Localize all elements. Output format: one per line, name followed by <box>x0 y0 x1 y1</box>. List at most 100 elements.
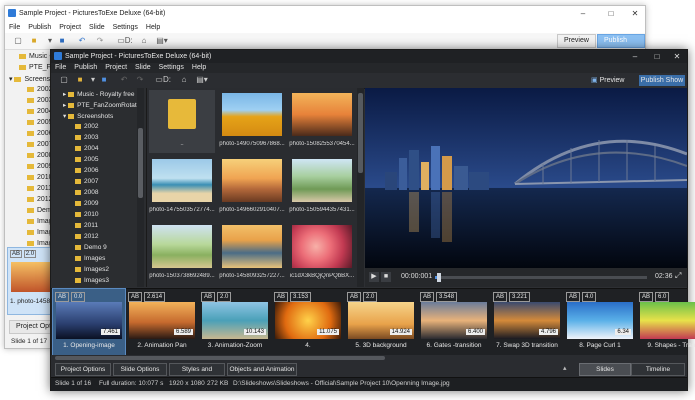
ab-badge[interactable]: AB 3.153 <box>274 292 313 302</box>
dropdown-icon[interactable]: ▾ <box>88 75 98 85</box>
menu-publish[interactable]: Publish <box>24 22 55 33</box>
back-tree-item[interactable]: 2005 <box>27 119 53 126</box>
file-browser-scrollbar[interactable] <box>357 88 364 287</box>
file-item[interactable]: photo-1490750967868... <box>219 90 285 153</box>
folder-tree[interactable]: ▸ Music - Royalty free ▸ PTE_FanZoomRota… <box>51 88 147 287</box>
save-icon[interactable]: ■ <box>57 36 67 46</box>
ab-badge[interactable]: AB 3.221 <box>493 292 532 302</box>
file-item[interactable]: photo-1503738692489... <box>149 222 215 285</box>
minimize-icon[interactable]: – <box>625 51 645 62</box>
menu-file[interactable]: File <box>5 22 24 33</box>
menu-project[interactable]: Project <box>101 63 131 73</box>
file-item[interactable]: ic1dX3kBQjQnPQbBX... <box>289 222 355 285</box>
tree-item[interactable]: Images2 <box>75 266 109 273</box>
file-item[interactable]: photo-1475503572774... <box>149 156 215 219</box>
redo-icon[interactable]: ↷ <box>135 75 145 85</box>
tree-item-music[interactable]: ▸ Music - Royalty free <box>63 90 135 98</box>
menu-settings[interactable]: Settings <box>109 22 142 33</box>
menu-settings[interactable]: Settings <box>155 63 188 73</box>
ab-badge[interactable]: AB 2.0 <box>201 292 233 302</box>
back-tree-item[interactable]: 2011 <box>27 185 52 192</box>
tree-item[interactable]: Images3 <box>75 277 109 284</box>
home-icon[interactable]: ⌂ <box>179 75 189 85</box>
file-item[interactable]: photo-1496602910407... <box>219 156 285 219</box>
dropdown-icon[interactable]: ▾ <box>45 36 55 46</box>
file-item[interactable]: photo-1458093257227... <box>219 222 285 285</box>
menu-publish[interactable]: Publish <box>70 63 101 73</box>
collapse-icon[interactable]: ▴ <box>563 364 567 372</box>
back-tree-item[interactable]: 2007 <box>27 141 53 148</box>
tree-item[interactable]: 2004 <box>75 145 98 152</box>
menu-project[interactable]: Project <box>55 22 85 33</box>
slide-item[interactable]: AB 2.0 10.143 3. Animation-Zoom <box>199 289 271 362</box>
tree-scrollbar[interactable] <box>137 88 144 287</box>
slide-item[interactable]: AB 6.0 9. Shapes - Trans <box>637 289 695 362</box>
slide-item[interactable]: AB 2.0 14.924 5. 3D background <box>345 289 417 362</box>
drive-label[interactable]: D: <box>163 75 173 85</box>
ab-badge[interactable]: AB 3.548 <box>420 292 459 302</box>
file-item[interactable]: photo-1508255370454... <box>289 90 355 153</box>
slide-options-button[interactable]: Slide Options <box>113 363 167 376</box>
slide-item[interactable]: AB 2.614 6.589 2. Animation Pan <box>126 289 198 362</box>
slide-item[interactable]: AB 3.221 4.796 7. Swap 3D transition <box>491 289 563 362</box>
ab-badge[interactable]: AB 4.0 <box>566 292 598 302</box>
minimize-icon[interactable]: – <box>573 8 593 20</box>
tree-item-screenshots[interactable]: ▾ Screenshots <box>63 112 113 120</box>
undo-icon[interactable]: ↶ <box>77 36 87 46</box>
tree-item[interactable]: 2005 <box>75 156 98 163</box>
tree-item[interactable]: 2009 <box>75 200 98 207</box>
new-file-icon[interactable]: ▢ <box>59 75 69 85</box>
menu-help[interactable]: Help <box>142 22 164 33</box>
tree-item[interactable]: 2002 <box>75 123 98 130</box>
menu-file[interactable]: File <box>51 63 70 73</box>
ab-badge[interactable]: AB 2.614 <box>128 292 167 302</box>
drive-icon[interactable]: ▭D: <box>115 36 135 46</box>
styles-themes-button[interactable]: Styles and Themes <box>169 363 225 384</box>
tree-item[interactable]: 2011 <box>75 222 98 229</box>
timeline-tab[interactable]: Timeline <box>631 363 685 376</box>
tree-item[interactable]: 2010 <box>75 211 98 218</box>
back-tree-item[interactable]: 2012 <box>27 196 53 203</box>
tree-item[interactable]: 2007 <box>75 178 98 185</box>
maximize-icon[interactable]: □ <box>647 51 667 62</box>
view-icon[interactable]: ▤▾ <box>155 36 169 46</box>
close-icon[interactable]: ✕ <box>625 8 645 20</box>
file-item-parent[interactable]: .. <box>149 90 215 153</box>
tree-item[interactable]: 2012 <box>75 233 98 240</box>
back-tree-item[interactable]: 2008 <box>27 152 53 159</box>
slide-item[interactable]: AB 3.153 11.075 4. <box>272 289 344 362</box>
menu-slide[interactable]: Slide <box>131 63 155 73</box>
tree-item-pte[interactable]: ▸ PTE_FanZoomRotate <box>63 101 140 109</box>
publish-show-button[interactable]: Publish Show <box>639 75 685 86</box>
back-slide-item[interactable]: AB 2.0 1. photo-1458 <box>7 247 53 315</box>
project-options-button[interactable]: Project Options <box>55 363 111 376</box>
back-tree-item[interactable]: 2004 <box>27 108 53 115</box>
maximize-icon[interactable]: □ <box>601 8 621 20</box>
slides-tab[interactable]: Slides <box>579 363 631 376</box>
file-browser-scrollbar-thumb[interactable] <box>358 93 363 173</box>
back-publish-button[interactable]: Publish Show <box>597 34 645 56</box>
objects-animation-button[interactable]: Objects and Animation <box>227 363 297 376</box>
view-mode-icon[interactable]: ▤▾ <box>195 75 209 85</box>
tree-scrollbar-thumb[interactable] <box>138 128 143 198</box>
back-tree-item[interactable]: 2002 <box>27 86 53 93</box>
seek-bar[interactable] <box>435 273 647 282</box>
open-folder-icon[interactable]: ■ <box>75 75 85 85</box>
undo-icon[interactable]: ↶ <box>119 75 129 85</box>
slide-item[interactable]: AB 0.0 7.461 1. Opening-image <box>52 288 126 363</box>
seek-handle[interactable] <box>437 273 442 282</box>
close-icon[interactable]: ✕ <box>667 51 687 62</box>
menu-help[interactable]: Help <box>188 63 210 73</box>
open-folder-icon[interactable]: ■ <box>29 36 39 46</box>
save-icon[interactable]: ■ <box>99 75 109 85</box>
new-file-icon[interactable]: ▢ <box>13 36 23 46</box>
tree-item[interactable]: 2003 <box>75 134 98 141</box>
ab-badge[interactable]: AB 6.0 <box>639 292 671 302</box>
slide-list-scrollbar-thumb[interactable] <box>55 356 385 360</box>
ab-badge[interactable]: AB 0.0 <box>55 292 87 302</box>
slide-item[interactable]: AB 4.0 6.34 8. Page Curl 1 <box>564 289 636 362</box>
back-tree-item[interactable]: 2009 <box>27 163 53 170</box>
tree-item[interactable]: Demo 9 <box>75 244 107 251</box>
back-tree-item[interactable]: 2003 <box>27 97 53 104</box>
home-icon[interactable]: ⌂ <box>139 36 149 46</box>
